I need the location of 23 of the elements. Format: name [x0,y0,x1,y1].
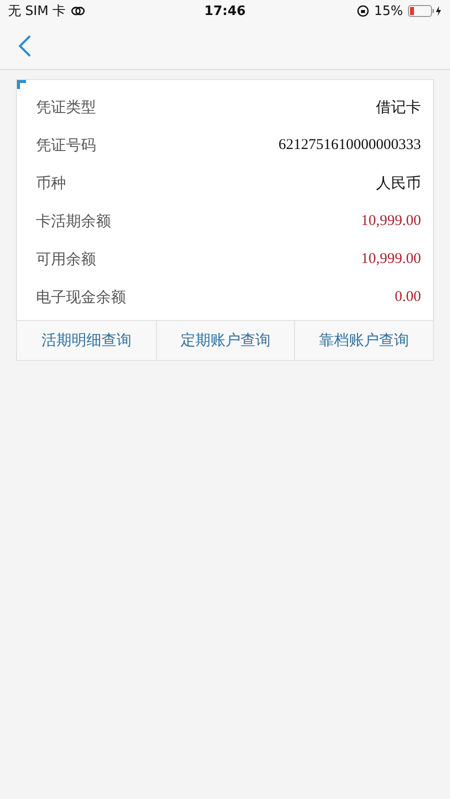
query-button[interactable]: 活期明细查询 [17,321,156,360]
field-value: 10,999.00 [361,250,421,268]
field-value: 0.00 [394,288,421,306]
clock-time: 17:46 [204,4,246,18]
field-label: 可用余额 [36,250,96,268]
field-label: 卡活期余额 [36,212,111,230]
field-label: 凭证类型 [36,98,96,116]
link-icon [70,6,85,16]
field-value: 人民币 [376,174,421,192]
field-label: 币种 [36,174,66,192]
battery-icon [408,5,442,17]
query-button[interactable]: 定期账户查询 [156,321,294,360]
rotation-lock-icon [357,5,370,17]
corner-mark-icon [17,80,26,89]
query-button[interactable]: 靠档账户查询 [294,321,433,360]
field-label: 电子现金余额 [36,288,126,306]
field-label: 凭证号码 [36,136,96,154]
field-value: 10,999.00 [361,212,421,230]
field-value: 借记卡 [376,98,421,116]
carrier-text: 无 SIM 卡 [8,3,66,20]
field-value: 6212751610000000333 [278,136,421,154]
battery-percent: 15% [374,4,403,18]
back-icon[interactable] [18,34,32,58]
